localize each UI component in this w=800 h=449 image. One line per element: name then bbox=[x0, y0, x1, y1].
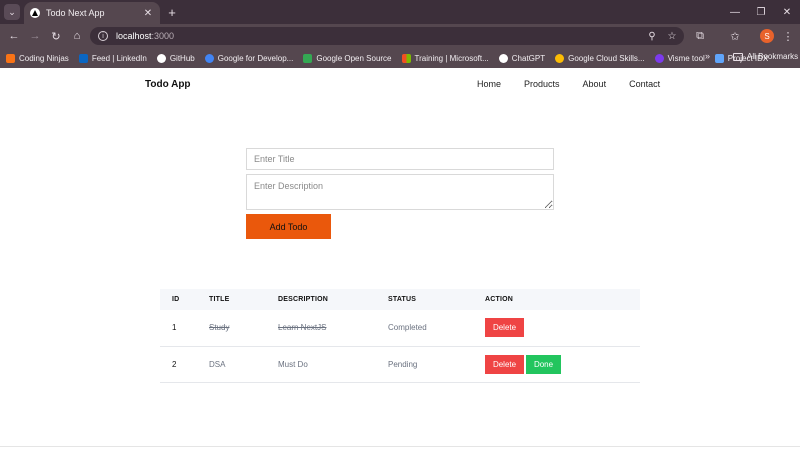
table-header-row: ID TITLE DESCRIPTION STATUS ACTION bbox=[160, 289, 640, 310]
all-bookmarks-button[interactable]: All Bookmarks bbox=[733, 52, 798, 61]
done-button[interactable]: Done bbox=[526, 354, 561, 374]
nextjs-favicon-icon bbox=[30, 8, 40, 18]
bookmark-label: Google Cloud Skills... bbox=[568, 53, 645, 63]
bookmarks-overflow-icon[interactable]: » bbox=[705, 51, 710, 61]
bookmark-item[interactable]: Google Cloud Skills... bbox=[555, 53, 645, 63]
table-row: 2 DSA Must Do Pending Delete Done bbox=[160, 346, 640, 383]
header-action: ACTION bbox=[485, 289, 640, 310]
site-info-icon[interactable]: i bbox=[98, 31, 108, 41]
url-host: localhost bbox=[116, 31, 152, 41]
brand-logo[interactable]: Todo App bbox=[145, 79, 191, 90]
bookmark-item[interactable]: GitHub bbox=[156, 53, 195, 63]
linkedin-icon bbox=[78, 53, 88, 63]
project-idx-icon bbox=[714, 53, 724, 63]
chatgpt-icon bbox=[498, 53, 508, 63]
bookmarks-manager-icon[interactable]: ✩ bbox=[727, 28, 743, 44]
new-tab-icon[interactable]: + bbox=[164, 4, 180, 20]
tab-search-chevron-icon[interactable]: ⌄ bbox=[4, 4, 20, 20]
back-arrow-icon[interactable]: ← bbox=[6, 28, 22, 44]
bookmark-item[interactable]: Visme tool bbox=[654, 53, 705, 63]
bookmark-star-icon[interactable]: ☆ bbox=[666, 30, 678, 42]
microsoft-icon bbox=[401, 53, 411, 63]
cell-description: Must Do bbox=[278, 346, 388, 383]
cell-title: Study bbox=[209, 323, 230, 333]
header-status: STATUS bbox=[388, 289, 485, 310]
page-bottom-divider bbox=[0, 446, 800, 447]
all-bookmarks-label: All Bookmarks bbox=[747, 52, 799, 61]
bookmark-item[interactable]: Google Open Source bbox=[303, 53, 392, 63]
cell-actions: Delete Done bbox=[485, 346, 640, 383]
google-cloud-icon bbox=[555, 53, 565, 63]
bookmark-label: Visme tool bbox=[667, 53, 705, 63]
browser-tab[interactable]: Todo Next App ✕ bbox=[24, 2, 160, 24]
browser-toolbar: ← → ↻ ⌂ i localhost:3000 ⚲ ☆ ⧉ ✩ S ⋮ bbox=[0, 24, 800, 48]
zoom-icon[interactable]: ⚲ bbox=[646, 30, 658, 42]
github-icon bbox=[156, 53, 166, 63]
bookmark-item[interactable]: Coding Ninjas bbox=[6, 53, 69, 63]
bookmark-item[interactable]: ChatGPT bbox=[498, 53, 546, 63]
extensions-puzzle-icon[interactable]: ⧉ bbox=[692, 28, 708, 44]
bookmark-label: Feed | LinkedIn bbox=[91, 53, 147, 63]
cell-id: 2 bbox=[160, 346, 209, 383]
bookmark-item[interactable]: Google for Develop... bbox=[204, 53, 294, 63]
table-row: 1 Study Learn NextJS Completed Delete bbox=[160, 310, 640, 347]
header-description: DESCRIPTION bbox=[278, 289, 388, 310]
add-todo-button[interactable]: Add Todo bbox=[246, 214, 331, 239]
forward-arrow-icon[interactable]: → bbox=[27, 28, 43, 44]
bookmark-label: Training | Microsoft... bbox=[414, 53, 489, 63]
todo-form: Add Todo bbox=[246, 148, 554, 239]
cell-description: Learn NextJS bbox=[278, 323, 327, 333]
bookmark-label: Coding Ninjas bbox=[19, 53, 69, 63]
close-tab-icon[interactable]: ✕ bbox=[142, 8, 154, 19]
bookmark-label: Google Open Source bbox=[316, 53, 392, 63]
todo-table: ID TITLE DESCRIPTION STATUS ACTION 1 Stu… bbox=[160, 289, 640, 383]
cell-title: DSA bbox=[209, 346, 278, 383]
bookmarks-bar: Coding Ninjas Feed | LinkedIn GitHub Goo… bbox=[0, 48, 800, 68]
url-port: :3000 bbox=[151, 31, 175, 41]
nav-link-home[interactable]: Home bbox=[477, 79, 501, 89]
nav-link-about[interactable]: About bbox=[583, 79, 607, 89]
page-content: Todo App Home Products About Contact Add… bbox=[0, 68, 800, 449]
browser-tab-bar: ⌄ Todo Next App ✕ + — ❐ ✕ bbox=[0, 0, 800, 24]
restore-icon[interactable]: ❐ bbox=[752, 4, 770, 20]
bookmark-label: Google for Develop... bbox=[217, 53, 294, 63]
google-open-source-icon bbox=[303, 53, 313, 63]
bookmark-label: ChatGPT bbox=[511, 53, 546, 63]
visme-icon bbox=[654, 53, 664, 63]
description-textarea[interactable] bbox=[246, 174, 554, 210]
close-window-icon[interactable]: ✕ bbox=[778, 4, 796, 20]
nav-link-products[interactable]: Products bbox=[524, 79, 560, 89]
header-id: ID bbox=[160, 289, 209, 310]
delete-button[interactable]: Delete bbox=[485, 354, 524, 374]
title-input[interactable] bbox=[246, 148, 554, 170]
nav-link-contact[interactable]: Contact bbox=[629, 79, 660, 89]
bookmark-item[interactable]: Training | Microsoft... bbox=[401, 53, 489, 63]
reload-icon[interactable]: ↻ bbox=[48, 28, 64, 44]
cell-actions: Delete bbox=[485, 310, 640, 347]
tab-title: Todo Next App bbox=[46, 8, 105, 18]
bookmark-item[interactable]: Feed | LinkedIn bbox=[78, 53, 147, 63]
google-icon bbox=[204, 53, 214, 63]
cell-status: Completed bbox=[388, 310, 485, 347]
home-icon[interactable]: ⌂ bbox=[69, 28, 85, 44]
profile-avatar[interactable]: S bbox=[760, 29, 774, 43]
minimize-icon[interactable]: — bbox=[726, 4, 744, 20]
more-menu-icon[interactable]: ⋮ bbox=[780, 28, 796, 44]
header-title: TITLE bbox=[209, 289, 278, 310]
bookmark-label: GitHub bbox=[169, 53, 195, 63]
cell-id: 1 bbox=[160, 310, 209, 347]
folder-icon bbox=[733, 52, 743, 61]
cell-status: Pending bbox=[388, 346, 485, 383]
address-bar[interactable]: i localhost:3000 ⚲ ☆ bbox=[90, 27, 684, 45]
delete-button[interactable]: Delete bbox=[485, 318, 524, 338]
main-nav: Home Products About Contact bbox=[477, 79, 683, 89]
coding-ninjas-icon bbox=[6, 53, 15, 63]
